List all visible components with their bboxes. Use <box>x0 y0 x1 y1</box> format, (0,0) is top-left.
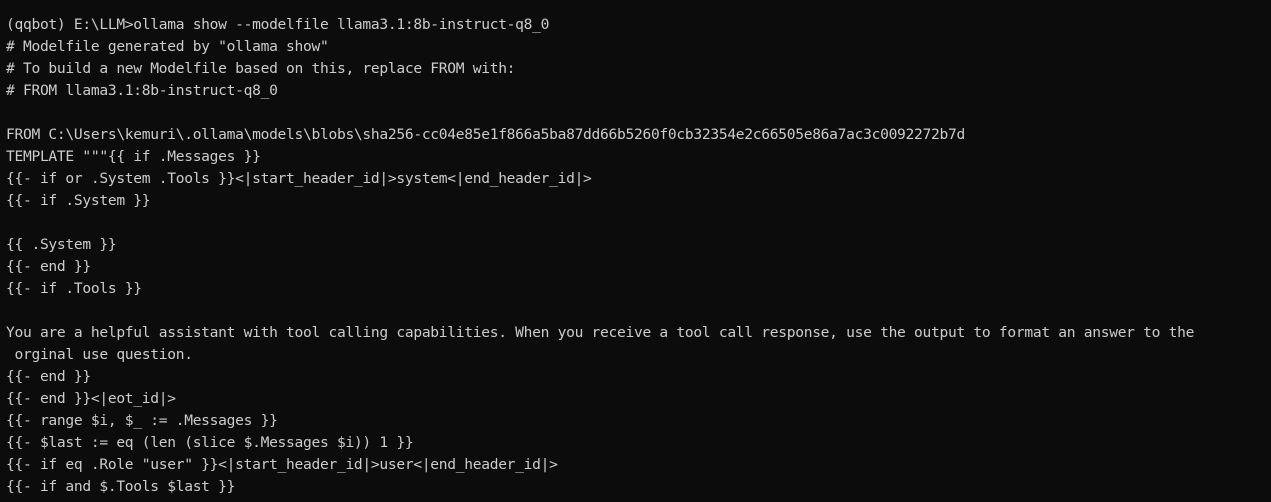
terminal-output[interactable]: (qqbot) E:\LLM>ollama show --modelfile l… <box>0 0 1271 502</box>
terminal-line: # To build a new Modelfile based on this… <box>6 60 516 77</box>
terminal-line: {{- end }}<|eot_id|> <box>6 390 176 407</box>
terminal-line: {{ .System }} <box>6 236 117 253</box>
terminal-line: {{- if or .System .Tools }}<|start_heade… <box>6 170 592 187</box>
terminal-line: # Modelfile generated by "ollama show" <box>6 38 329 55</box>
terminal-line: orginal use question. <box>6 346 193 363</box>
terminal-line: {{- range $i, $_ := .Messages }} <box>6 412 278 429</box>
terminal-line: FROM C:\Users\kemuri\.ollama\models\blob… <box>6 126 965 143</box>
terminal-line: You are a helpful assistant with tool ca… <box>6 324 1195 341</box>
terminal-line: {{- if .Tools }} <box>6 280 142 297</box>
terminal-line: TEMPLATE """{{ if .Messages }} <box>6 148 261 165</box>
terminal-line: {{- end }} <box>6 368 91 385</box>
terminal-line: {{- if .System }} <box>6 192 151 209</box>
terminal-line: # FROM llama3.1:8b-instruct-q8_0 <box>6 82 278 99</box>
terminal-line: {{- if and $.Tools $last }} <box>6 478 236 495</box>
terminal-line: {{- end }} <box>6 258 91 275</box>
terminal-line: {{- if eq .Role "user" }}<|start_header_… <box>6 456 558 473</box>
terminal-line: {{- $last := eq (len (slice $.Messages $… <box>6 434 414 451</box>
terminal-line: (qqbot) E:\LLM>ollama show --modelfile l… <box>6 16 550 33</box>
